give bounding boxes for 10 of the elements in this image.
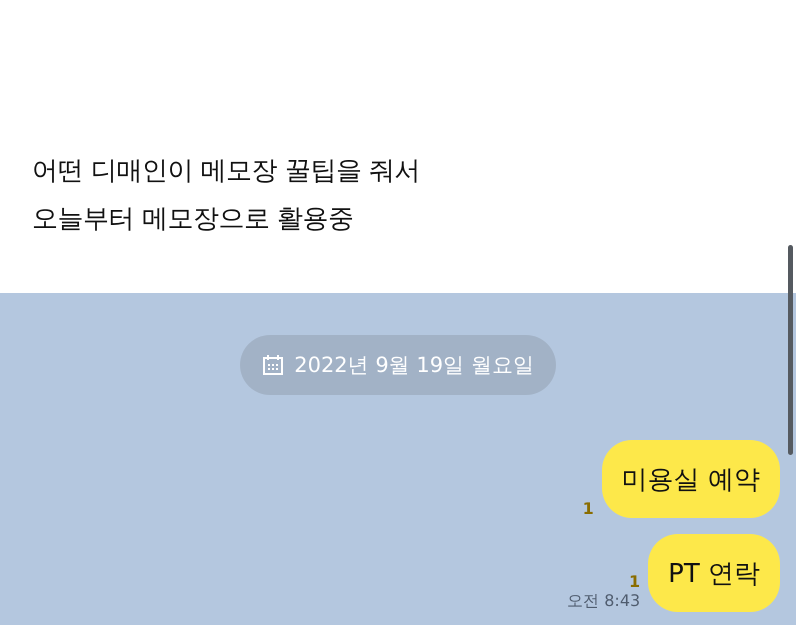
- date-text: 2022년 9월 19일 월요일: [294, 352, 534, 379]
- message-time: 오전 8:43: [567, 591, 640, 612]
- message-bubble: 미용실 예약: [602, 440, 780, 518]
- message-bubble: PT 연락: [648, 534, 780, 612]
- scrollbar[interactable]: [788, 245, 793, 455]
- post-text: 어떤 디매인이 메모장 꿀팁을 줘서: [32, 155, 422, 188]
- calendar-icon: [262, 354, 284, 376]
- post-text: 오늘부터 메모장으로 활용중: [32, 203, 355, 236]
- unread-count: 1: [629, 572, 640, 591]
- unread-count: 1: [582, 499, 594, 518]
